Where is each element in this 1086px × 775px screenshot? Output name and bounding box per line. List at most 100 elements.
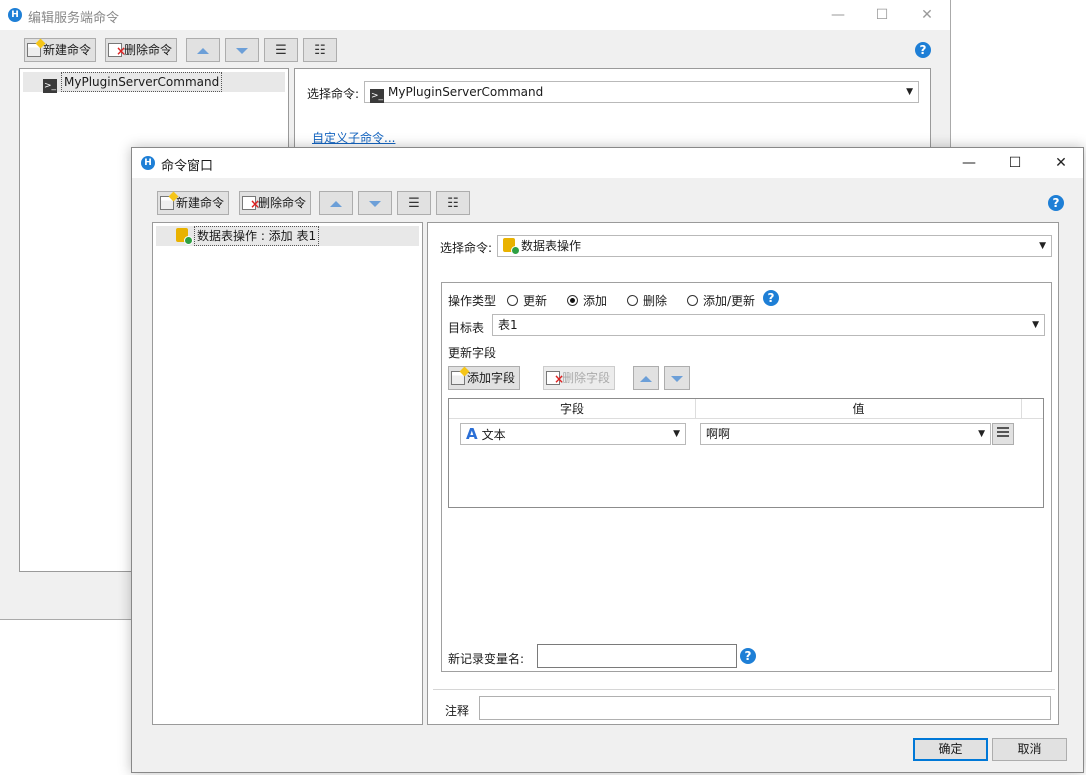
add-field-icon <box>451 371 465 385</box>
front-window-title: 命令窗口 <box>161 159 214 174</box>
radio-add-or-update-dot <box>687 295 698 306</box>
fields-grid: 字段 值 A 文本 ▼ 啊啊 ▼ <box>448 398 1044 508</box>
back-delete-command-label: 删除命令 <box>124 43 173 57</box>
back-select-command-combo[interactable]: >_ MyPluginServerCommand ▼ <box>364 81 919 103</box>
column-header-field[interactable]: 字段 <box>449 399 696 419</box>
back-move-down-button[interactable] <box>225 38 259 62</box>
select-command-label: 选择命令: <box>440 241 493 255</box>
radio-add-dot <box>567 295 578 306</box>
target-table-value: 表1 <box>498 318 518 332</box>
value-text: 啊啊 <box>706 427 731 441</box>
outdent-icon: ☷ <box>447 196 459 211</box>
tree-item-label: 数据表操作 : 添加 表1 <box>194 226 320 246</box>
command-tree: 数据表操作 : 添加 表1 <box>152 222 423 725</box>
delete-command-icon <box>108 40 126 62</box>
comment-input[interactable] <box>479 696 1051 720</box>
delete-command-button[interactable]: 删除命令 <box>239 191 312 215</box>
back-indent-button[interactable]: ☰ <box>264 38 298 62</box>
add-field-button[interactable]: 添加字段 <box>448 366 521 390</box>
new-command-label: 新建命令 <box>176 196 225 210</box>
radio-add-or-update[interactable]: 添加/更新 <box>687 292 755 309</box>
select-command-combo[interactable]: 数据表操作 ▼ <box>497 235 1052 257</box>
move-up-icon <box>330 200 342 207</box>
text-type-icon: A <box>466 425 478 443</box>
select-command-value: 数据表操作 <box>521 239 582 253</box>
indent-icon: ☰ <box>275 43 287 58</box>
new-record-var-help-icon[interactable]: ? <box>740 648 756 664</box>
back-tree-item-label: MyPluginServerCommand <box>61 72 223 92</box>
front-titlebar: H 命令窗口 — ☐ ✕ <box>132 148 1083 178</box>
delete-field-button[interactable]: 删除字段 <box>543 366 616 390</box>
back-move-up-button[interactable] <box>186 38 220 62</box>
back-select-command-value: MyPluginServerCommand <box>388 85 544 99</box>
tree-item-datatable-op[interactable]: 数据表操作 : 添加 表1 <box>156 226 419 246</box>
help-icon[interactable]: ? <box>1048 195 1064 211</box>
minimize-icon[interactable]: — <box>946 150 992 176</box>
radio-update-label: 更新 <box>523 294 548 308</box>
app-logo-icon: H <box>141 156 155 170</box>
delete-field-icon <box>546 368 564 390</box>
back-outdent-button[interactable]: ☷ <box>303 38 337 62</box>
back-tree-item[interactable]: >_ MyPluginServerCommand <box>23 72 285 93</box>
chevron-down-icon: ▼ <box>906 87 913 97</box>
field-move-down-button[interactable] <box>664 366 690 390</box>
custom-subcommand-link[interactable]: 自定义子命令... <box>312 129 395 146</box>
back-window-title: 编辑服务端命令 <box>28 11 120 26</box>
move-down-icon <box>369 200 381 207</box>
column-header-value[interactable]: 值 <box>696 399 1022 419</box>
back-new-command-button[interactable]: 新建命令 <box>24 38 97 62</box>
minimize-icon[interactable]: — <box>815 2 861 28</box>
field-combo[interactable]: A 文本 ▼ <box>460 423 686 445</box>
close-icon[interactable]: ✕ <box>1038 150 1084 176</box>
operation-type-label: 操作类型 <box>448 294 497 308</box>
comment-label: 注释 <box>445 704 470 718</box>
radio-update-dot <box>507 295 518 306</box>
add-field-label: 添加字段 <box>467 371 516 385</box>
cancel-button[interactable]: 取消 <box>992 738 1067 761</box>
maximize-icon[interactable]: ☐ <box>859 2 905 28</box>
move-down-button[interactable] <box>358 191 392 215</box>
back-titlebar: H 编辑服务端命令 — ☐ ✕ <box>0 0 950 30</box>
radio-delete[interactable]: 删除 <box>627 292 667 309</box>
formula-icon <box>997 427 1009 437</box>
outdent-button[interactable]: ☷ <box>436 191 470 215</box>
new-record-var-label: 新记录变量名: <box>448 652 525 666</box>
indent-icon: ☰ <box>408 196 420 211</box>
update-fields-label: 更新字段 <box>448 346 497 360</box>
radio-delete-dot <box>627 295 638 306</box>
radio-delete-label: 删除 <box>643 294 668 308</box>
field-value: 文本 <box>481 428 506 442</box>
app-logo-icon: H <box>8 8 22 22</box>
ok-button[interactable]: 确定 <box>913 738 988 761</box>
value-combo[interactable]: 啊啊 ▼ <box>700 423 991 445</box>
datatable-operation-icon <box>176 228 193 245</box>
new-command-button[interactable]: 新建命令 <box>157 191 230 215</box>
terminal-icon: >_ <box>370 89 384 103</box>
new-record-var-input[interactable] <box>537 644 737 668</box>
move-up-button[interactable] <box>319 191 353 215</box>
back-help-icon[interactable]: ? <box>915 42 931 58</box>
back-delete-command-button[interactable]: 删除命令 <box>105 38 178 62</box>
radio-add[interactable]: 添加 <box>567 292 607 309</box>
back-new-command-label: 新建命令 <box>43 43 92 57</box>
back-select-command-label: 选择命令: <box>307 87 360 101</box>
target-table-combo[interactable]: 表1 ▼ <box>492 314 1045 336</box>
outdent-icon: ☷ <box>314 43 326 58</box>
radio-update[interactable]: 更新 <box>507 292 547 309</box>
indent-button[interactable]: ☰ <box>397 191 431 215</box>
chevron-down-icon: ▼ <box>673 429 680 439</box>
maximize-icon[interactable]: ☐ <box>992 150 1038 176</box>
target-table-label: 目标表 <box>448 321 485 335</box>
operation-help-icon[interactable]: ? <box>763 290 779 306</box>
formula-editor-button[interactable] <box>992 423 1014 445</box>
close-icon[interactable]: ✕ <box>904 2 950 28</box>
move-down-icon <box>236 47 248 54</box>
new-command-icon <box>27 43 41 57</box>
column-header-extra <box>1022 399 1043 419</box>
delete-command-icon <box>242 193 260 215</box>
terminal-icon: >_ <box>43 79 57 93</box>
move-down-icon <box>671 375 683 382</box>
field-move-up-button[interactable] <box>633 366 659 390</box>
chevron-down-icon: ▼ <box>1032 320 1039 330</box>
new-command-icon <box>160 196 174 210</box>
